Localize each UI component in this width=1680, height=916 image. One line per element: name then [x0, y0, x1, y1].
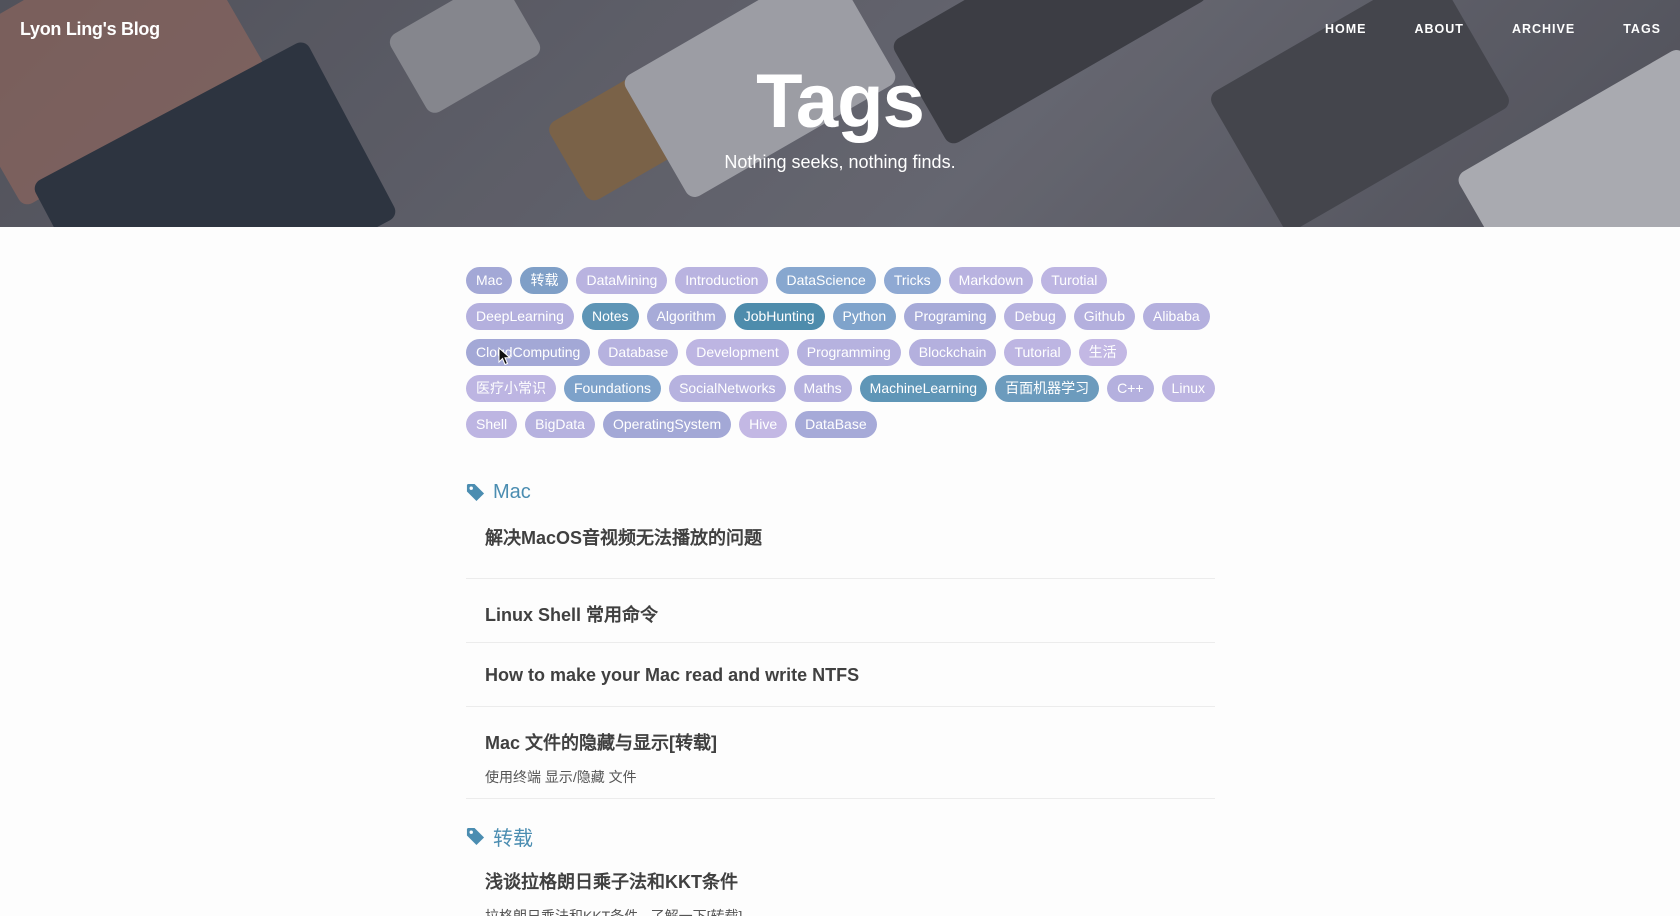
- nav-home[interactable]: HOME: [1325, 22, 1367, 36]
- post-item[interactable]: 浅谈拉格朗日乘子法和KKT条件 拉格朗日乘法和KKT条件 - 了解一下[转载]: [466, 868, 1215, 916]
- section-title[interactable]: Mac: [493, 481, 531, 504]
- tag-chip[interactable]: 转载: [520, 267, 569, 294]
- tag-chip[interactable]: C++: [1107, 375, 1154, 402]
- tag-chip[interactable]: Tricks: [883, 267, 941, 294]
- post-item[interactable]: How to make your Mac read and write NTFS: [466, 643, 1215, 707]
- tag-chip[interactable]: SocialNetworks: [669, 375, 786, 402]
- tag-row: 医疗小常识 Foundations SocialNetworks Maths Machi…: [466, 375, 1226, 402]
- tag-chip[interactable]: Turotial: [1041, 267, 1108, 294]
- tag-chip[interactable]: Blockchain: [908, 339, 997, 366]
- header-banner: Lyon Ling's Blog HOME ABOUT ARCHIVE TAGS…: [0, 0, 1680, 227]
- tag-cloud: Mac 转载 DataMining Introduction DataScience Tr…: [466, 267, 1226, 447]
- post-title[interactable]: 浅谈拉格朗日乘子法和KKT条件: [485, 868, 1215, 894]
- tag-chip[interactable]: DataBase: [795, 411, 877, 438]
- tag-chip[interactable]: Hive: [739, 411, 788, 438]
- top-nav: HOME ABOUT ARCHIVE TAGS: [1277, 22, 1661, 36]
- tag-chip[interactable]: Foundations: [564, 375, 662, 402]
- tag-chip[interactable]: Programming: [796, 339, 901, 366]
- tag-chip[interactable]: Shell: [466, 411, 518, 438]
- post-title[interactable]: 解决MacOS音视频无法播放的问题: [485, 524, 1215, 550]
- tag-chip[interactable]: Markdown: [948, 267, 1034, 294]
- tag-row: DeepLearning Notes Algorithm JobHunting Pyth…: [466, 303, 1226, 330]
- tag-chip[interactable]: JobHunting: [733, 303, 825, 330]
- tag-chip[interactable]: Debug: [1004, 303, 1066, 330]
- tag-row: Mac 转载 DataMining Introduction DataScience Tr…: [466, 267, 1226, 294]
- tag-chip[interactable]: Linux: [1161, 375, 1216, 402]
- nav-tags[interactable]: TAGS: [1623, 22, 1661, 36]
- tag-icon: [466, 483, 485, 501]
- post-subtitle: 拉格朗日乘法和KKT条件 - 了解一下[转载]: [485, 908, 743, 916]
- tag-chip[interactable]: Python: [832, 303, 897, 330]
- tag-chip[interactable]: Alibaba: [1143, 303, 1210, 330]
- tag-chip[interactable]: DeepLearning: [466, 303, 574, 330]
- tag-row: CloudComputing Database Development Program…: [466, 339, 1226, 366]
- tag-chip[interactable]: Notes: [581, 303, 639, 330]
- tag-chip[interactable]: BigData: [525, 411, 595, 438]
- nav-archive[interactable]: ARCHIVE: [1512, 22, 1575, 36]
- tag-chip[interactable]: Tutorial: [1004, 339, 1071, 366]
- tag-chip[interactable]: Github: [1073, 303, 1135, 330]
- tag-chip[interactable]: DataMining: [576, 267, 668, 294]
- tag-chip[interactable]: MachineLearning: [859, 375, 988, 402]
- tag-chip[interactable]: CloudComputing: [466, 339, 591, 366]
- site-brand[interactable]: Lyon Ling's Blog: [20, 19, 160, 40]
- tag-chip[interactable]: Development: [686, 339, 789, 366]
- tag-chip[interactable]: DataScience: [776, 267, 876, 294]
- post-item[interactable]: Linux Shell 常用命令: [466, 579, 1215, 643]
- tag-chip[interactable]: Database: [598, 339, 679, 366]
- tag-section-mac: Mac 解决MacOS音视频无法播放的问题 Linux Shell 常用命令 H…: [466, 479, 1215, 799]
- tag-chip[interactable]: 生活: [1078, 339, 1127, 366]
- page-title: Tags: [756, 59, 925, 144]
- tag-chip[interactable]: Algorithm: [646, 303, 726, 330]
- nav-about[interactable]: ABOUT: [1414, 22, 1463, 36]
- tag-row: Shell BigData OperatingSystem Hive DataBase: [466, 411, 1226, 438]
- tag-chip[interactable]: Mac: [466, 267, 513, 294]
- post-item[interactable]: 解决MacOS音视频无法播放的问题: [466, 524, 1215, 579]
- section-header[interactable]: 转载: [466, 822, 1215, 851]
- post-title[interactable]: Mac 文件的隐藏与显示[转载]: [485, 729, 1215, 755]
- tag-chip[interactable]: Programing: [904, 303, 997, 330]
- post-title[interactable]: How to make your Mac read and write NTFS: [485, 665, 1215, 686]
- page-subtitle: Nothing seeks, nothing finds.: [724, 152, 956, 172]
- post-subtitle: 使用终端 显示/隐藏 文件: [485, 769, 637, 785]
- section-header[interactable]: Mac: [466, 479, 1215, 505]
- mouse-pointer-icon: [498, 347, 511, 366]
- tag-icon: [466, 827, 485, 845]
- post-title[interactable]: Linux Shell 常用命令: [485, 601, 1215, 627]
- tag-section-zhuanzai: 转载 浅谈拉格朗日乘子法和KKT条件 拉格朗日乘法和KKT条件 - 了解一下[转…: [466, 823, 1215, 916]
- section-title[interactable]: 转载: [493, 822, 533, 851]
- tag-chip[interactable]: OperatingSystem: [602, 411, 732, 438]
- tag-chip[interactable]: Maths: [793, 375, 852, 402]
- tag-chip[interactable]: 百面机器学习: [995, 375, 1100, 402]
- tag-chip[interactable]: 医疗小常识: [466, 375, 556, 402]
- post-item[interactable]: Mac 文件的隐藏与显示[转载] 使用终端 显示/隐藏 文件: [466, 707, 1215, 799]
- tag-chip[interactable]: Introduction: [675, 267, 769, 294]
